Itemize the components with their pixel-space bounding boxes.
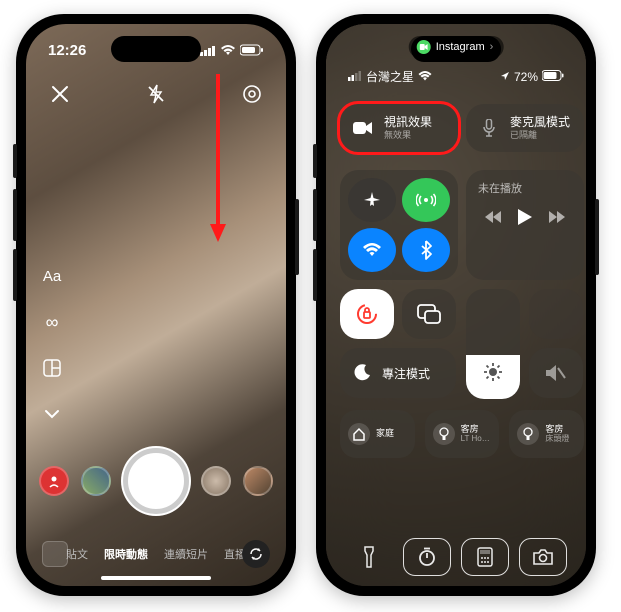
wifi-toggle[interactable]: [348, 228, 396, 272]
switch-camera-button[interactable]: [242, 540, 270, 568]
mic-mode-tile[interactable]: 麥克風模式已隔離: [466, 104, 584, 152]
video-effects-tile[interactable]: 視訊效果無效果: [340, 104, 458, 152]
wifi-icon: [418, 70, 432, 84]
sun-icon: [484, 363, 502, 381]
camera-button[interactable]: [519, 538, 567, 576]
connectivity-tile[interactable]: [340, 170, 458, 280]
carrier-label: 台灣之星: [366, 68, 414, 85]
brightness-slider[interactable]: [466, 289, 520, 399]
effect-thumb-4[interactable]: [243, 466, 273, 496]
mute-tile[interactable]: [529, 348, 583, 398]
prev-track-icon[interactable]: [484, 210, 502, 229]
screen-camera: 12:26 Aa ∞: [26, 24, 286, 586]
text-tool[interactable]: Aa: [40, 264, 64, 288]
airplane-toggle[interactable]: [348, 178, 396, 222]
video-effects-title: 視訊效果: [384, 116, 432, 130]
mic-mode-title: 麥克風模式: [510, 116, 570, 130]
chevron-right-icon: ›: [490, 41, 494, 53]
annotation-arrow-down: [208, 74, 228, 249]
settings-icon[interactable]: [238, 80, 266, 108]
home-icon: [348, 423, 370, 445]
active-app-pill[interactable]: Instagram ›: [409, 36, 504, 58]
mic-icon: [476, 115, 502, 141]
phone-left: 12:26 Aa ∞: [16, 14, 296, 596]
battery-icon: [542, 70, 564, 84]
moon-icon: [354, 363, 374, 383]
orientation-lock-tile[interactable]: [340, 289, 394, 339]
control-center-bottom-row: [340, 538, 572, 576]
close-icon[interactable]: [46, 80, 74, 108]
home-tile-room1[interactable]: 客房LT Ho…: [425, 410, 500, 458]
screen-mirror-tile[interactable]: [402, 289, 456, 339]
play-icon[interactable]: [517, 208, 533, 231]
flash-off-icon[interactable]: [142, 80, 170, 108]
gallery-button[interactable]: [42, 541, 68, 567]
screen-control-center: Instagram › 台灣之星 72%: [326, 24, 586, 586]
location-icon: [500, 70, 510, 84]
next-track-icon[interactable]: [548, 210, 566, 229]
home-main-label: 家庭: [376, 429, 394, 439]
cellular-toggle[interactable]: [402, 178, 450, 222]
timer-button[interactable]: [403, 538, 451, 576]
cellular-icon: [200, 45, 216, 56]
bluetooth-toggle[interactable]: [402, 228, 450, 272]
calculator-button[interactable]: [461, 538, 509, 576]
media-tile[interactable]: 未在播放: [466, 170, 584, 280]
media-title: 未在播放: [466, 170, 584, 196]
chevron-down-icon[interactable]: [40, 402, 64, 426]
video-effects-sub: 無效果: [384, 130, 432, 140]
status-bar: 台灣之星 72%: [326, 68, 586, 85]
layout-tool[interactable]: [40, 356, 64, 380]
boomerang-tool[interactable]: ∞: [40, 310, 64, 334]
battery-icon: [240, 44, 264, 56]
flashlight-button[interactable]: [345, 538, 393, 576]
effect-thumb-3[interactable]: [201, 466, 231, 496]
clock: 12:26: [48, 42, 86, 59]
mic-mode-sub: 已隔離: [510, 130, 570, 140]
home-tile-room2[interactable]: 客房床頭燈: [509, 410, 584, 458]
mode-post[interactable]: 貼文: [66, 546, 88, 562]
effect-thumb-1[interactable]: [39, 466, 69, 496]
phone-right: Instagram › 台灣之星 72%: [316, 14, 596, 596]
focus-label: 專注模式: [382, 365, 430, 382]
home-tile-main[interactable]: 家庭: [340, 410, 415, 458]
effect-thumb-2[interactable]: [81, 466, 111, 496]
mode-story[interactable]: 限時動態: [104, 546, 148, 562]
wifi-icon: [220, 44, 236, 56]
mode-reels[interactable]: 連續短片: [164, 546, 208, 562]
shutter-button[interactable]: [123, 448, 189, 514]
battery-pct: 72%: [514, 70, 538, 84]
bulb-icon: [517, 423, 539, 445]
video-icon: [350, 115, 376, 141]
active-app-label: Instagram: [436, 41, 485, 53]
mode-bar: 貼文 限時動態 連續短片 直播: [26, 546, 286, 562]
bulb-icon: [433, 423, 455, 445]
cellular-icon: [348, 70, 362, 84]
home-indicator[interactable]: [101, 576, 211, 580]
focus-tile[interactable]: 專注模式: [340, 348, 456, 398]
dynamic-island: [111, 36, 201, 62]
volume-slider-spacer: [529, 289, 583, 339]
camera-active-icon: [417, 40, 431, 54]
